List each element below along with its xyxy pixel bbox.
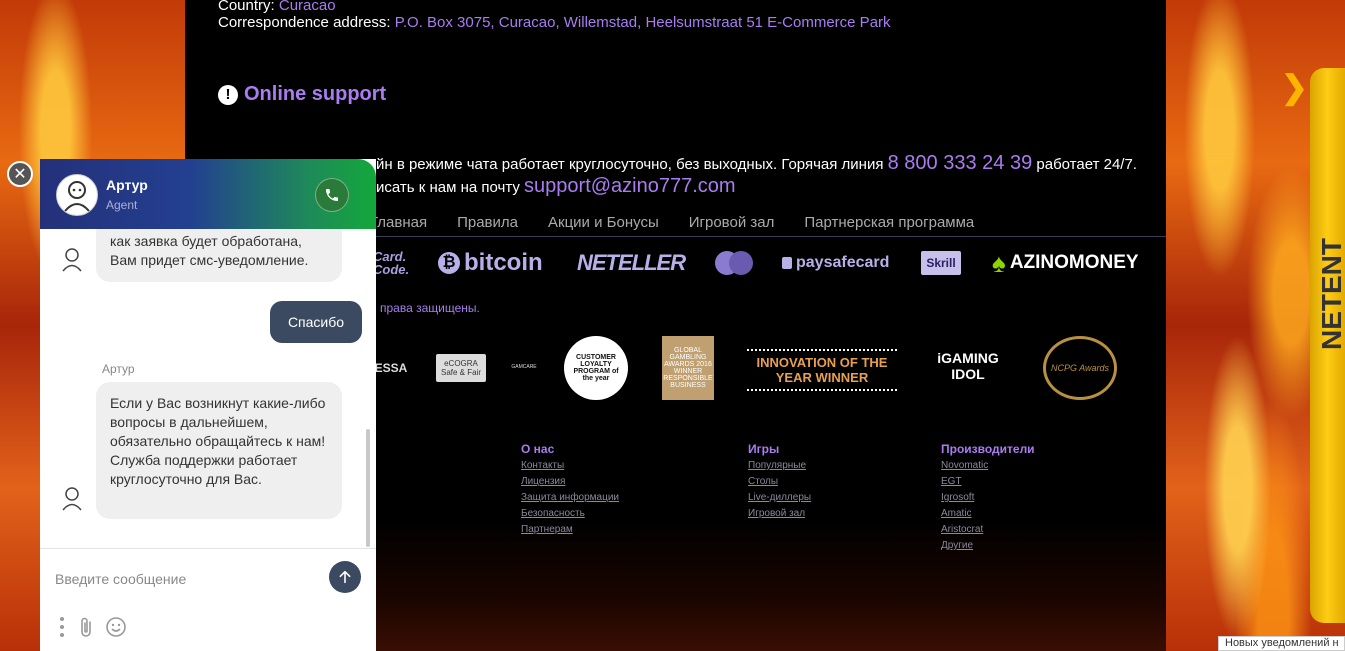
message-sender-name: Артур bbox=[102, 362, 135, 376]
paysafecard-logo: paysafecard bbox=[782, 248, 889, 278]
footer-link-igrosoft[interactable]: Igrosoft bbox=[941, 492, 974, 503]
address-label: Correspondence address: bbox=[218, 14, 391, 31]
nav-link-rules[interactable]: Правила bbox=[457, 214, 518, 231]
footer-link-live-dealers[interactable]: Live-диллеры bbox=[748, 492, 811, 503]
agent-role: Agent bbox=[106, 198, 138, 212]
bitcoin-icon: ₿ bbox=[438, 252, 460, 274]
country-value: Curacao bbox=[278, 0, 336, 14]
footer-link-novomatic[interactable]: Novomatic bbox=[941, 460, 988, 471]
arrow-up-icon bbox=[339, 570, 351, 584]
send-button[interactable] bbox=[329, 561, 361, 593]
call-button[interactable] bbox=[315, 178, 349, 212]
message-input[interactable] bbox=[55, 568, 315, 590]
agent-avatar bbox=[56, 174, 98, 216]
hotline-phone[interactable]: 8 800 333 24 39 bbox=[888, 152, 1033, 174]
award-igaming-idol: iGAMING IDOL bbox=[937, 350, 999, 382]
support-email-link[interactable]: support@azino777.com bbox=[524, 175, 736, 197]
lock-icon bbox=[782, 257, 792, 269]
award-customer-loyalty: CUSTOMER LOYALTY PROGRAM of the year bbox=[564, 336, 628, 400]
nav-link-partner-program[interactable]: Партнерская программа bbox=[804, 214, 974, 231]
award-ncpg: NCPG Awards bbox=[1043, 336, 1117, 400]
footer-col-providers-title: Производители bbox=[941, 442, 1035, 456]
support-description: йн в режиме чата работает круглосуточно,… bbox=[376, 152, 1137, 175]
chat-scrollbar[interactable] bbox=[366, 429, 370, 547]
chat-widget: Артур Agent как заявка будет обработана,… bbox=[40, 159, 376, 651]
footer-link-amatic[interactable]: Amatic bbox=[941, 508, 972, 519]
agent-message-bubble: Если у Вас возникнут какие-либо вопросы … bbox=[96, 382, 342, 519]
nav-divider bbox=[375, 236, 1166, 237]
bitcoin-text: bitcoin bbox=[464, 249, 543, 276]
footer-link-data-protection[interactable]: Защита информации bbox=[521, 492, 619, 503]
award-global-gambling: GLOBAL GAMBLING AWARDS 2016 WINNER RESPO… bbox=[662, 336, 714, 400]
user-message-bubble: Спасибо bbox=[270, 301, 362, 343]
agent-message-text: Если у Вас возникнут какие-либо вопросы … bbox=[110, 395, 326, 487]
exclamation-icon: ! bbox=[218, 84, 238, 105]
award-gamcare: GAMCARE bbox=[511, 364, 537, 370]
address-line: Correspondence address: P.O. Box 3075, C… bbox=[218, 14, 891, 31]
spade-icon: ♠ bbox=[992, 247, 1006, 278]
notification-toast[interactable]: Новых уведомлений н bbox=[1218, 636, 1345, 651]
footer-link-license[interactable]: Лицензия bbox=[521, 476, 565, 487]
nav-link-main[interactable]: Главная bbox=[370, 214, 427, 231]
footer-col-about-title: О нас bbox=[521, 442, 555, 456]
online-support-title: Online support bbox=[244, 83, 387, 105]
azinomoney-logo: ♠ AZINOMONEY bbox=[992, 248, 1139, 278]
netent-banner-text: NETENT bbox=[1316, 238, 1345, 350]
footer-link-aristocrat[interactable]: Aristocrat bbox=[941, 524, 983, 535]
award-innovation: INNOVATION OF THE YEAR WINNER bbox=[747, 349, 897, 391]
agent-avatar-icon bbox=[64, 181, 90, 212]
footer-nav: Главная Правила Акции и Бонусы Игровой з… bbox=[370, 214, 974, 231]
award-essa: ESSA bbox=[374, 361, 408, 375]
skrill-logo: Skrill bbox=[921, 251, 961, 275]
footer-link-contacts[interactable]: Контакты bbox=[521, 460, 564, 471]
footer-link-tables[interactable]: Столы bbox=[748, 476, 778, 487]
footer-link-popular[interactable]: Популярные bbox=[748, 460, 806, 471]
chat-messages: как заявка будет обработана, Вам придет … bbox=[40, 229, 376, 549]
emoji-icon[interactable] bbox=[105, 616, 127, 643]
copyright-text: права защищены. bbox=[380, 301, 480, 315]
country-line: Country: Curacao bbox=[218, 0, 336, 14]
footer-link-partners[interactable]: Партнерам bbox=[521, 524, 573, 535]
azinomoney-text: AZINOMONEY bbox=[1009, 252, 1139, 273]
footer-col-games-title: Игры bbox=[748, 442, 780, 456]
chevron-right-icon[interactable]: ❯ bbox=[1281, 68, 1308, 106]
agent-message-bubble: как заявка будет обработана, Вам придет … bbox=[96, 229, 342, 282]
agent-message-text: как заявка будет обработана, Вам придет … bbox=[110, 233, 309, 268]
more-options-icon[interactable] bbox=[58, 616, 66, 643]
agent-name: Артур bbox=[106, 177, 148, 193]
address-value: P.O. Box 3075, Curacao, Willemstad, Heel… bbox=[394, 14, 891, 31]
email-prefix: исать к нам на почту bbox=[376, 179, 520, 196]
phone-icon bbox=[326, 189, 338, 201]
agent-mini-avatar-icon bbox=[62, 487, 82, 511]
mastercard-logo bbox=[715, 248, 753, 278]
footer-link-egt[interactable]: EGT bbox=[941, 476, 962, 487]
footer-link-security[interactable]: Безопасность bbox=[521, 508, 585, 519]
award-ecogra: eCOGRA Safe & Fair bbox=[436, 354, 486, 382]
email-line: исать к нам на почту support@azino777.co… bbox=[376, 175, 736, 198]
paysafecard-text: paysafecard bbox=[796, 254, 890, 271]
bitcoin-logo: ₿ bitcoin bbox=[438, 248, 543, 278]
footer-link-other[interactable]: Другие bbox=[941, 540, 973, 551]
card-code-logo: Card. Code. bbox=[373, 249, 410, 277]
chat-divider bbox=[40, 548, 376, 549]
chat-header: Артур Agent bbox=[40, 159, 376, 229]
neteller-logo: NETELLER bbox=[577, 250, 686, 275]
online-support-heading: ! Online support bbox=[218, 83, 386, 106]
country-label: Country: bbox=[218, 0, 275, 14]
attachment-icon[interactable] bbox=[78, 616, 96, 643]
hotline-hours: работает 24/7. bbox=[1036, 156, 1137, 173]
close-chat-button[interactable]: ✕ bbox=[7, 161, 33, 187]
support-text: йн в режиме чата работает круглосуточно,… bbox=[376, 156, 884, 173]
nav-link-promotions[interactable]: Акции и Бонусы bbox=[548, 214, 659, 231]
mastercard-circle-right-icon bbox=[729, 251, 753, 275]
footer-link-game-hall[interactable]: Игровой зал bbox=[748, 508, 805, 519]
agent-mini-avatar-icon bbox=[62, 248, 82, 272]
nav-link-game-hall[interactable]: Игровой зал bbox=[689, 214, 775, 231]
